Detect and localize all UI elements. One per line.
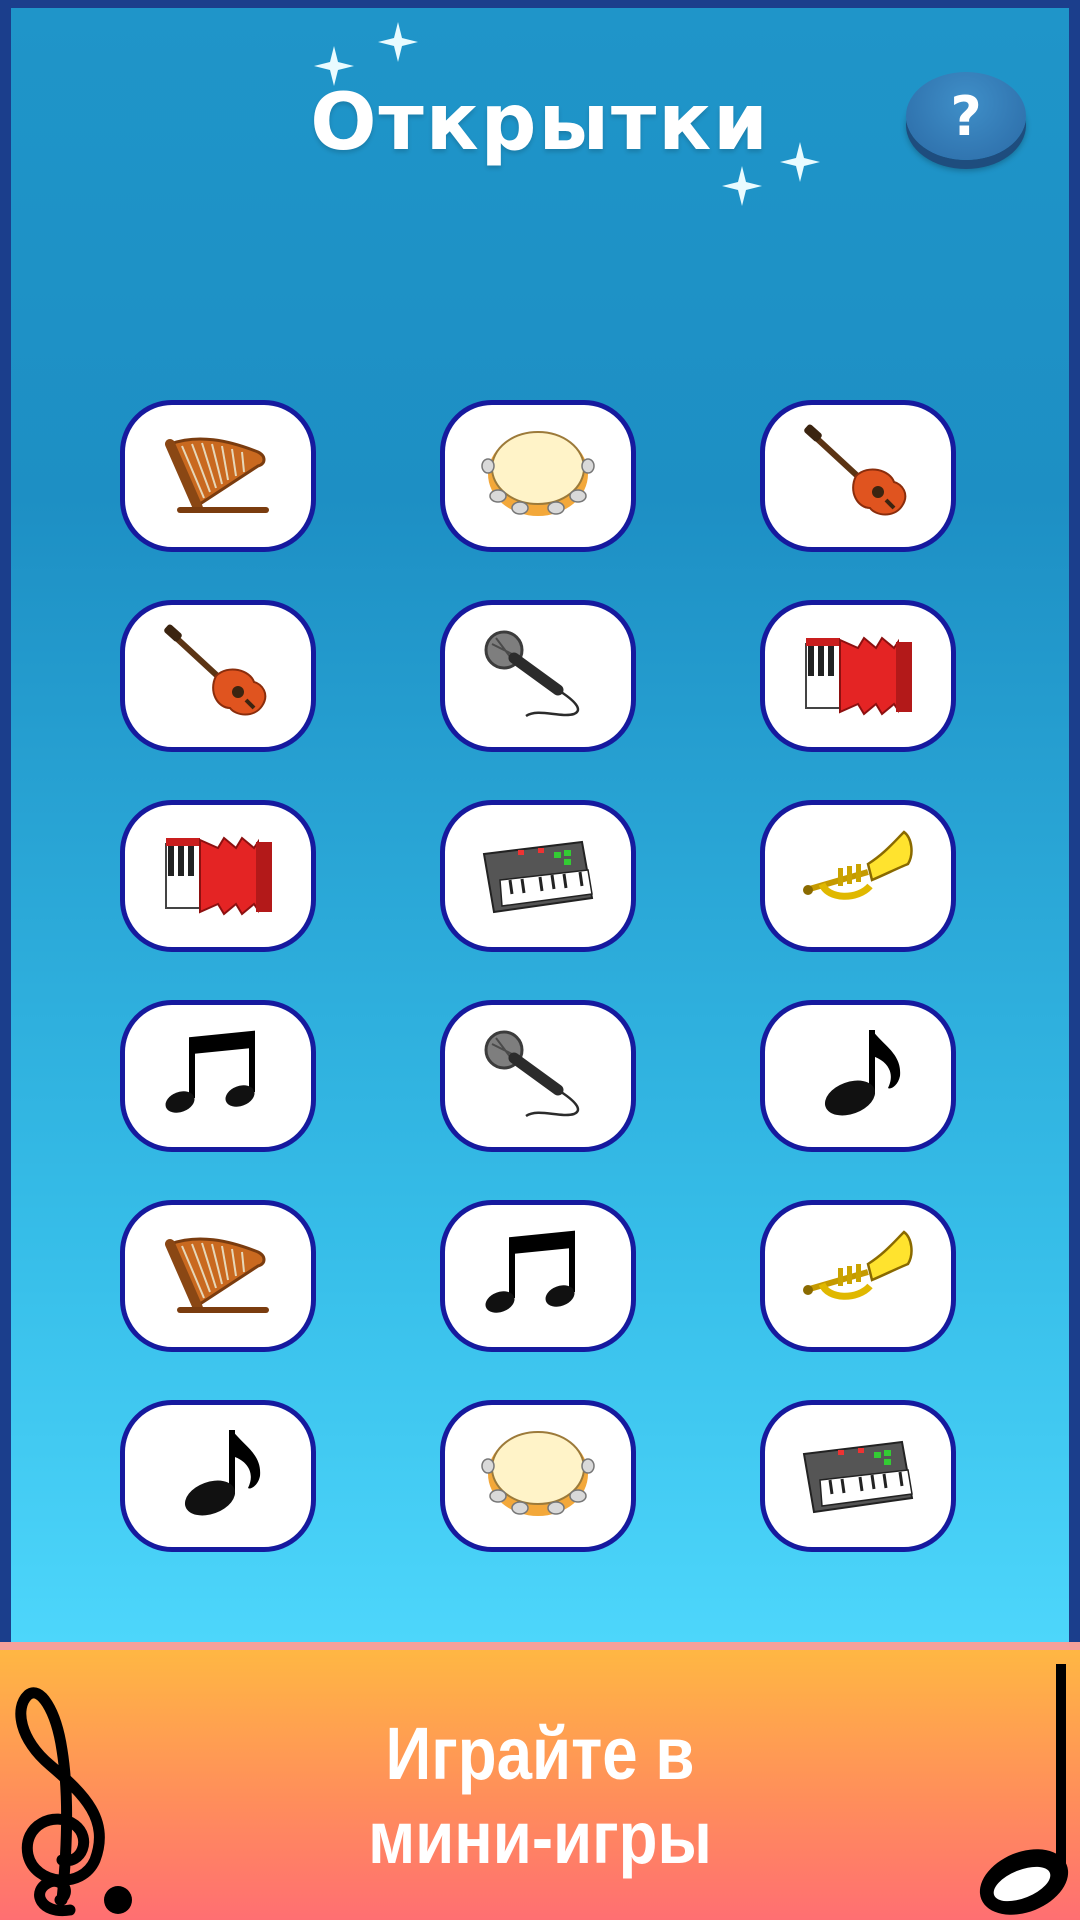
tambourine-icon [478,424,598,528]
memory-card[interactable] [760,1400,956,1552]
memory-card[interactable] [120,400,316,552]
memory-card[interactable] [440,800,636,952]
memory-card[interactable] [440,400,636,552]
memory-card[interactable] [440,600,636,752]
memory-card[interactable] [120,1000,316,1152]
memory-card[interactable] [440,1400,636,1552]
accordion-icon [158,824,278,928]
banner-text: Играйте в мини-игры [76,1712,1005,1880]
accordion-icon [798,624,918,728]
beamed-notes-icon [158,1024,278,1128]
synthesizer-icon [478,824,598,928]
harp-icon [158,1224,278,1328]
memory-card[interactable] [120,1200,316,1352]
sparkle-icon [722,166,762,206]
memory-card[interactable] [760,1000,956,1152]
memory-card[interactable] [760,800,956,952]
sparkle-icon [378,22,418,62]
guitar-icon [798,424,918,528]
guitar-icon [158,624,278,728]
microphone-icon [478,624,598,728]
memory-card[interactable] [760,1200,956,1352]
eighth-note-icon [798,1024,918,1128]
memory-card[interactable] [120,1400,316,1552]
help-button[interactable]: ? [906,72,1026,160]
tambourine-icon [478,1424,598,1528]
banner-line-1: Играйте в [385,1712,695,1795]
memory-card[interactable] [760,600,956,752]
memory-card[interactable] [120,600,316,752]
synthesizer-icon [798,1424,918,1528]
banner-line-2: мини-игры [368,1796,712,1879]
memory-card[interactable] [120,800,316,952]
trumpet-icon [798,1224,918,1328]
microphone-icon [478,1024,598,1128]
harp-icon [158,424,278,528]
trumpet-icon [798,824,918,928]
memory-card[interactable] [760,400,956,552]
beamed-notes-icon [478,1224,598,1328]
memory-card[interactable] [440,1000,636,1152]
eighth-note-icon [158,1424,278,1528]
banner-divider [0,1642,1080,1650]
memory-card[interactable] [440,1200,636,1352]
